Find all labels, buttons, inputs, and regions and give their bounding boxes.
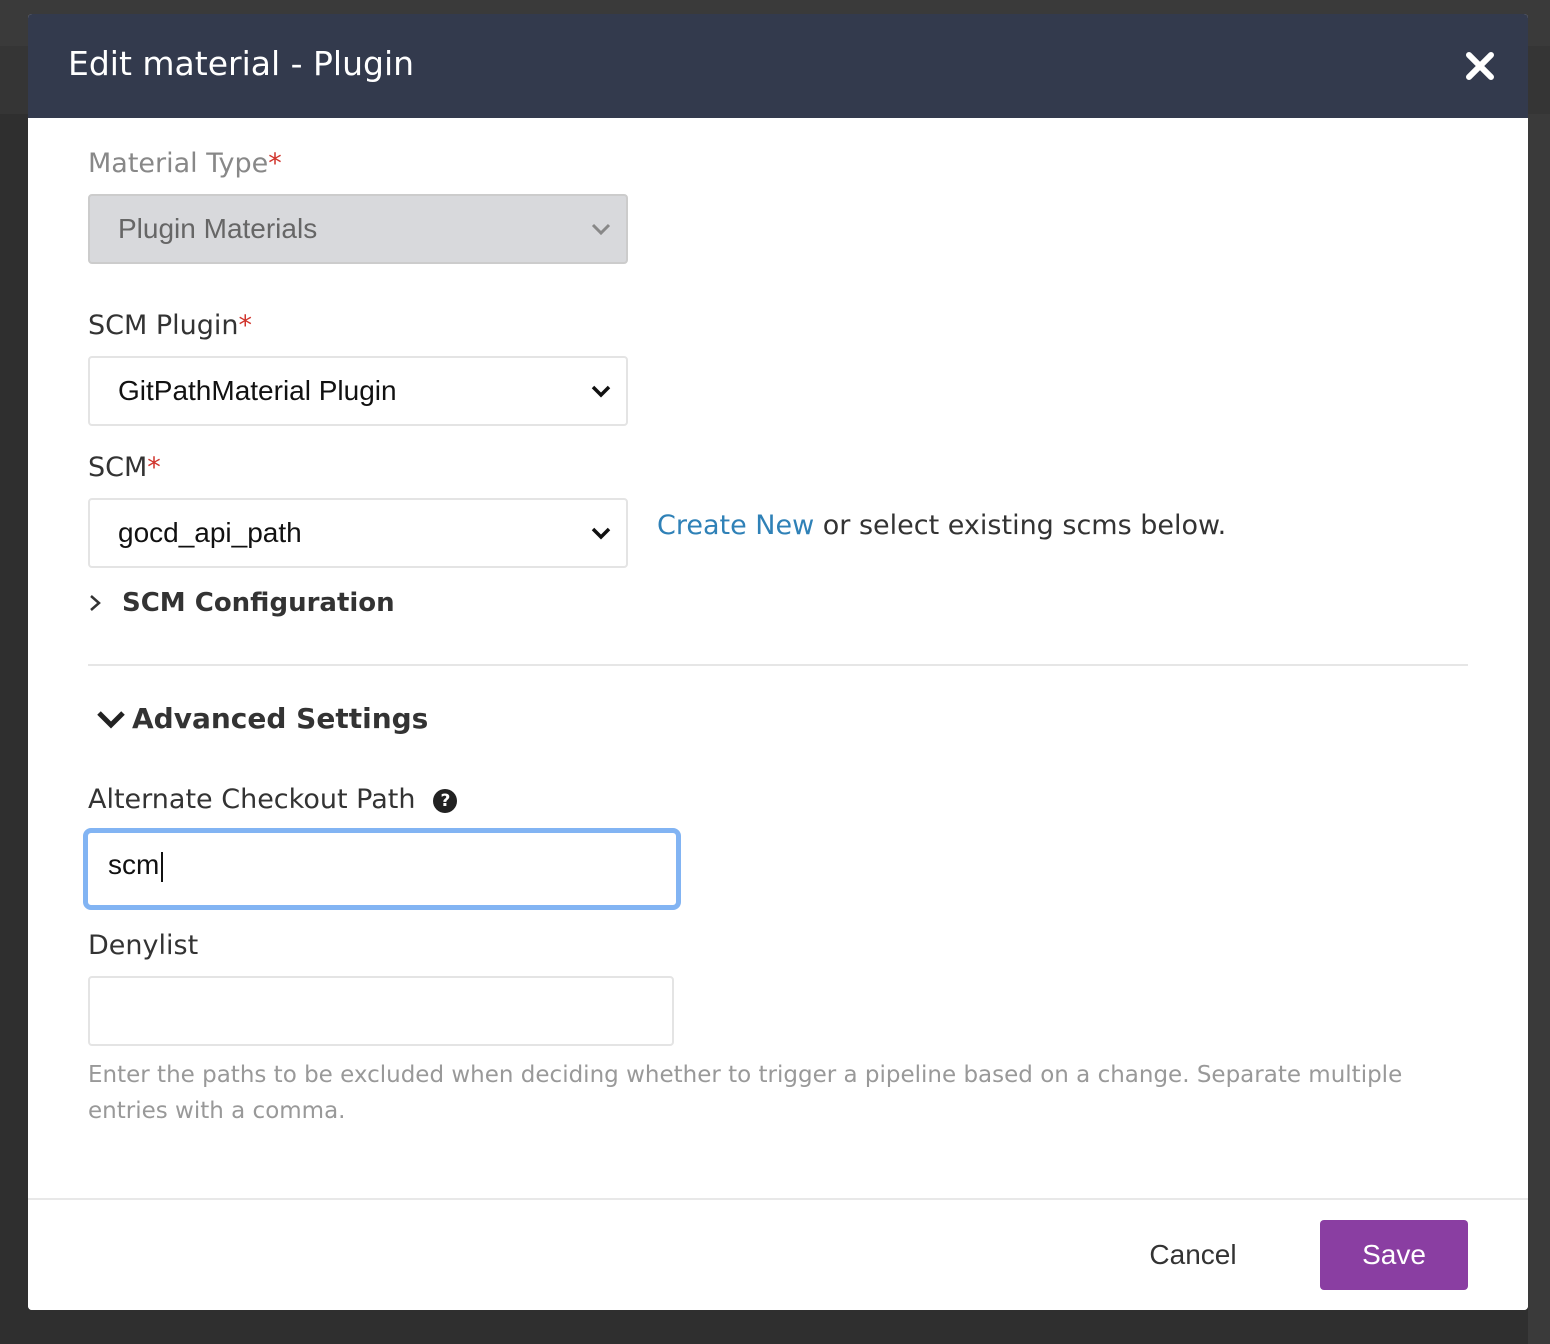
scm-plugin-select[interactable]: GitPathMaterial Plugin [88,356,628,426]
chevron-down-icon [591,385,611,398]
chevron-right-icon [90,595,101,611]
create-new-row: Create New or select existing scms below… [657,510,1226,541]
help-icon[interactable]: ? [433,788,458,813]
scm-value: gocd_api_path [118,517,302,548]
background-side-panel [1528,114,1550,1344]
required-mark: * [147,452,161,483]
text-caret [161,851,164,882]
modal-footer: Cancel Save [28,1198,1528,1310]
scm-label-text: SCM [88,452,148,483]
denylist-input[interactable] [88,976,674,1046]
chevron-down-icon [97,710,125,729]
modal-header: Edit material - Plugin [28,14,1528,118]
create-new-suffix: or select existing scms below. [814,510,1227,541]
create-new-link[interactable]: Create New [657,510,814,541]
required-mark: * [238,310,253,341]
advanced-settings-toggle[interactable]: Advanced Settings [96,702,428,735]
close-button[interactable] [1462,48,1498,84]
material-type-select: Plugin Materials [88,194,628,264]
save-button[interactable]: Save [1320,1220,1468,1290]
required-mark: * [268,148,282,179]
close-icon [1466,52,1494,80]
material-type-value: Plugin Materials [118,213,318,244]
denylist-label: Denylist [88,930,198,961]
modal-title: Edit material - Plugin [68,44,415,83]
alternate-checkout-path-label: Alternate Checkout Path? [88,784,458,815]
scm-plugin-label-text: SCM Plugin [88,310,239,341]
alternate-checkout-path-input[interactable]: scm [83,828,681,910]
chevron-down-icon [591,223,611,236]
scm-select[interactable]: gocd_api_path [88,498,628,568]
advanced-settings-label: Advanced Settings [132,702,429,735]
scm-plugin-label: SCM Plugin* [88,310,252,341]
section-divider [88,664,1468,666]
scm-configuration-toggle[interactable]: SCM Configuration [88,588,395,618]
edit-material-modal: Edit material - Plugin Material Type* Pl… [28,14,1528,1310]
chevron-down-icon [591,527,611,540]
denylist-hint: Enter the paths to be excluded when deci… [88,1062,1403,1124]
material-type-label-text: Material Type [88,148,269,179]
scm-plugin-value: GitPathMaterial Plugin [118,375,397,406]
scm-configuration-label: SCM Configuration [122,588,395,618]
material-type-label: Material Type* [88,148,282,179]
alternate-checkout-path-label-text: Alternate Checkout Path [88,784,416,815]
denylist-label-text: Denylist [88,930,199,961]
scm-label: SCM* [88,452,161,483]
alternate-checkout-path-value: scm [108,849,160,880]
cancel-button[interactable]: Cancel [1128,1220,1258,1290]
